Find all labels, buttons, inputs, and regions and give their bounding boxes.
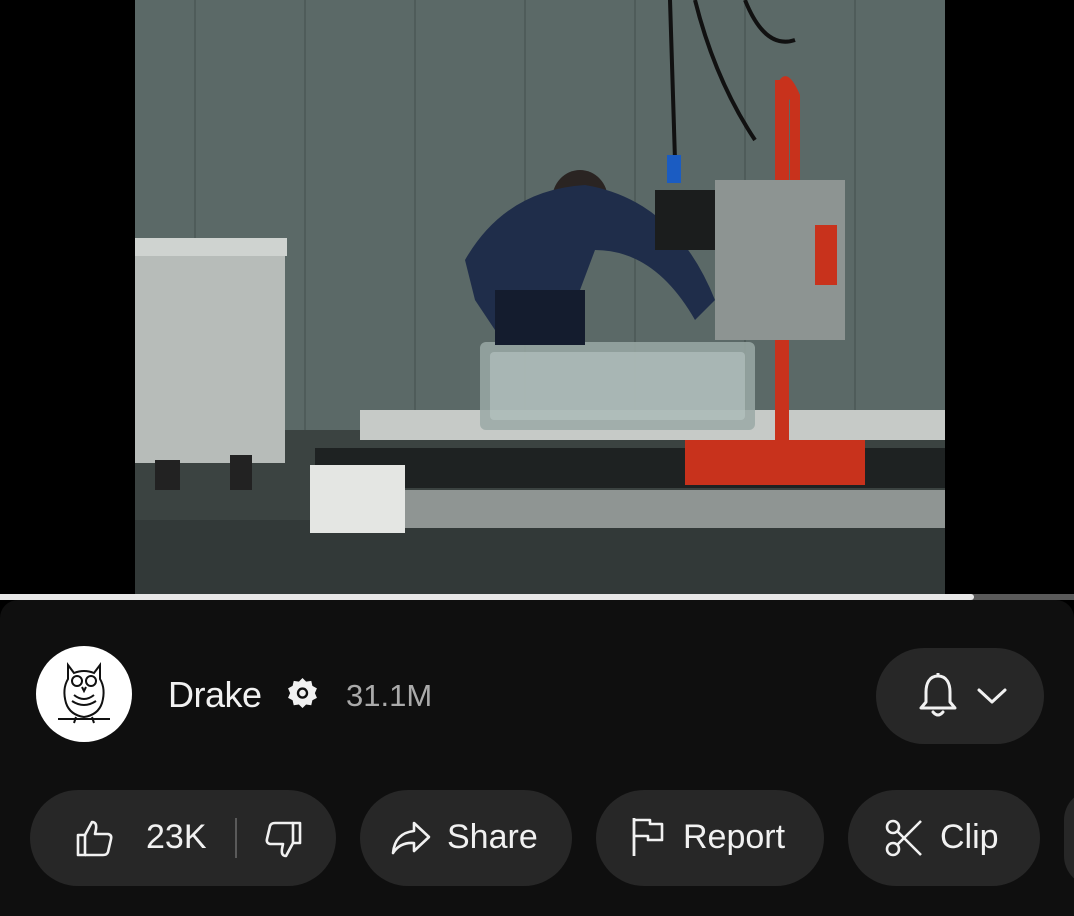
channel-name[interactable]: Drake (168, 674, 262, 716)
video-scene (135, 0, 945, 595)
video-player[interactable] (0, 0, 1074, 595)
like-count[interactable]: 23K (146, 818, 207, 857)
verified-badge-icon (288, 678, 317, 708)
video-info-panel: Drake 31.1M 23K Share Report Clip (0, 600, 1074, 916)
share-arrow-icon (390, 820, 432, 856)
scissors-icon (884, 818, 924, 858)
report-label: Report (683, 818, 786, 856)
notifications-button[interactable] (876, 648, 1044, 744)
channel-avatar[interactable] (36, 646, 132, 742)
report-button[interactable]: Report (596, 790, 824, 886)
clip-button[interactable]: Clip (848, 790, 1040, 886)
video-frame[interactable] (135, 0, 945, 595)
chevron-down-icon (977, 688, 1007, 704)
bell-icon (919, 673, 957, 717)
clip-label: Clip (940, 818, 999, 856)
thumbs-down-icon (265, 821, 302, 858)
share-label: Share (447, 818, 538, 856)
like-button[interactable] (74, 818, 114, 858)
share-button[interactable]: Share (360, 790, 572, 886)
more-actions-button[interactable] (1064, 790, 1074, 886)
owl-logo-icon (58, 662, 110, 724)
dislike-button[interactable] (264, 820, 304, 860)
like-divider (235, 818, 237, 858)
subscriber-count: 31.1M (346, 678, 433, 713)
like-dislike-group: 23K (30, 790, 336, 886)
flag-icon (630, 816, 666, 858)
thumbs-up-icon (76, 820, 113, 857)
